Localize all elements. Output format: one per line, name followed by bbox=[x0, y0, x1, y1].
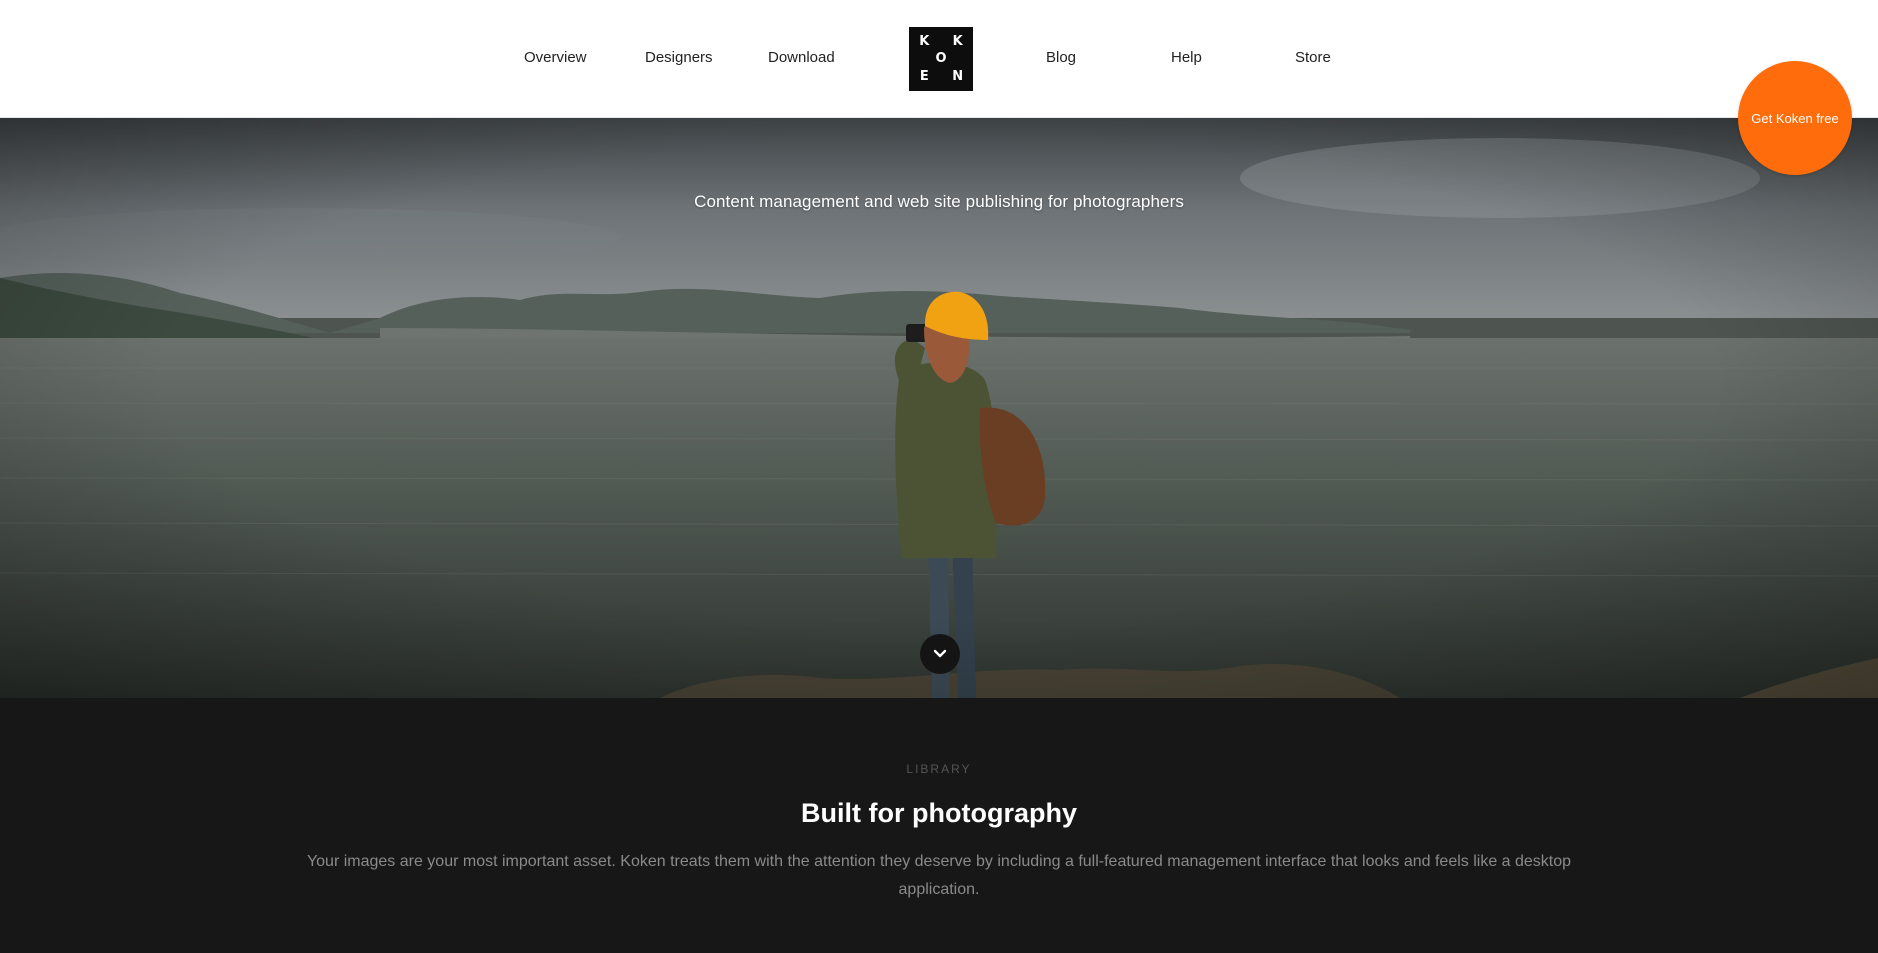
logo-letter: K bbox=[952, 34, 963, 50]
library-section: LIBRARY Built for photography Your image… bbox=[0, 698, 1878, 953]
nav-blog[interactable]: Blog bbox=[1046, 49, 1076, 66]
section-title: Built for photography bbox=[801, 798, 1077, 828]
hero-tagline: Content management and web site publishi… bbox=[694, 192, 1184, 211]
section-eyebrow: LIBRARY bbox=[906, 762, 972, 776]
nav-overview[interactable]: Overview bbox=[524, 49, 587, 66]
hero-banner: Content management and web site publishi… bbox=[0, 118, 1878, 698]
nav-store[interactable]: Store bbox=[1295, 49, 1331, 66]
logo-letter: O bbox=[935, 51, 947, 67]
site-header: Overview Designers Download K K O E N Bl… bbox=[0, 0, 1878, 118]
section-description: Your images are your most important asse… bbox=[306, 853, 1572, 898]
logo-letter: E bbox=[919, 68, 929, 84]
chevron-down-icon bbox=[933, 649, 947, 658]
logo-letter: K bbox=[919, 34, 930, 50]
nav-download[interactable]: Download bbox=[768, 49, 835, 66]
logo-letter bbox=[933, 68, 950, 85]
logo-letter: N bbox=[952, 68, 964, 84]
logo-letter bbox=[949, 50, 966, 67]
logo-letter bbox=[916, 50, 933, 67]
nav-designers[interactable]: Designers bbox=[645, 49, 713, 66]
koken-logo[interactable]: K K O E N bbox=[909, 27, 973, 91]
logo-letter bbox=[933, 33, 950, 50]
get-koken-free-button[interactable]: Get Koken free bbox=[1738, 61, 1852, 175]
nav-help[interactable]: Help bbox=[1171, 49, 1202, 66]
scroll-down-button[interactable] bbox=[920, 634, 960, 674]
